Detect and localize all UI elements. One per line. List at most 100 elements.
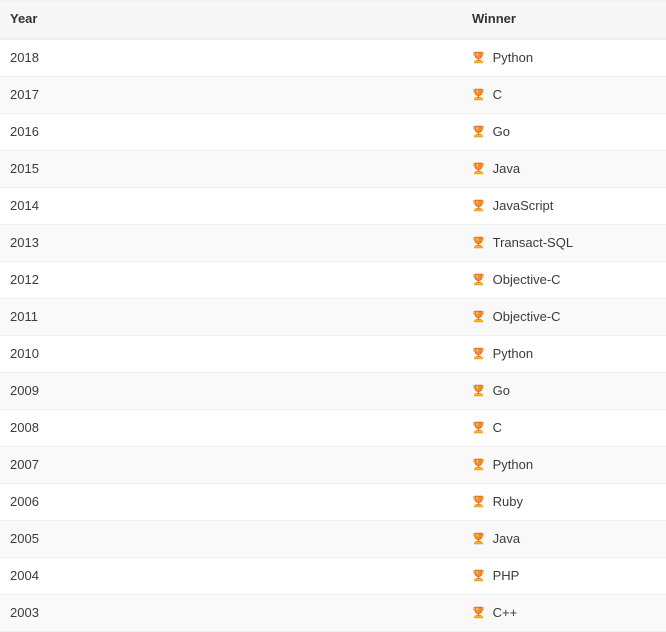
trophy-icon bbox=[472, 568, 485, 582]
cell-year: 2014 bbox=[0, 187, 462, 225]
trophy-icon bbox=[472, 605, 485, 619]
cell-winner: C++ bbox=[462, 594, 666, 632]
trophy-icon bbox=[472, 457, 485, 471]
winner-label: C bbox=[492, 420, 503, 435]
cell-winner: Go bbox=[462, 113, 666, 151]
column-header-winner[interactable]: Winner bbox=[462, 0, 666, 40]
year-label: 2013 bbox=[10, 235, 39, 250]
cell-winner: Java bbox=[462, 520, 666, 558]
year-label: 2009 bbox=[10, 383, 39, 398]
trophy-icon bbox=[472, 50, 485, 64]
table-row: 2014 JavaScript bbox=[0, 187, 666, 225]
cell-year: 2004 bbox=[0, 557, 462, 595]
cell-winner: JavaScript bbox=[462, 187, 666, 225]
cell-year: 2018 bbox=[0, 39, 462, 77]
winner-label: Ruby bbox=[492, 494, 523, 509]
cell-winner: Objective-C bbox=[462, 298, 666, 336]
year-label: 2006 bbox=[10, 494, 39, 509]
cell-winner: Go bbox=[462, 372, 666, 410]
winner-label: C bbox=[492, 87, 503, 102]
winner-label: Python bbox=[492, 346, 534, 361]
winner-label: Python bbox=[492, 50, 534, 65]
trophy-icon bbox=[472, 198, 485, 212]
cell-winner: Python bbox=[462, 446, 666, 484]
table-row: 2012 Objective-C bbox=[0, 261, 666, 299]
trophy-icon bbox=[472, 346, 485, 360]
year-label: 2004 bbox=[10, 568, 39, 583]
cell-year: 2010 bbox=[0, 335, 462, 373]
table-row: 2017 C bbox=[0, 76, 666, 114]
year-label: 2005 bbox=[10, 531, 39, 546]
cell-winner: C bbox=[462, 409, 666, 447]
cell-year: 2006 bbox=[0, 483, 462, 521]
trophy-icon bbox=[472, 124, 485, 138]
table-row: 2015 Java bbox=[0, 150, 666, 188]
table-header: Year Winner bbox=[0, 0, 666, 40]
winners-table: Year Winner 2018 Python 2017 C 2016 Go 2… bbox=[0, 0, 666, 632]
year-label: 2018 bbox=[10, 50, 39, 65]
column-header-year[interactable]: Year bbox=[0, 0, 462, 40]
trophy-icon bbox=[472, 235, 485, 249]
winner-label: Go bbox=[492, 383, 510, 398]
table-header-row: Year Winner bbox=[0, 0, 666, 40]
year-label: 2014 bbox=[10, 198, 39, 213]
winner-label: Python bbox=[492, 457, 534, 472]
year-label: 2015 bbox=[10, 161, 39, 176]
trophy-icon bbox=[472, 272, 485, 286]
table-row: 2007 Python bbox=[0, 446, 666, 484]
winner-label: Objective-C bbox=[492, 309, 561, 324]
table-row: 2011 Objective-C bbox=[0, 298, 666, 336]
year-label: 2011 bbox=[10, 309, 38, 324]
cell-year: 2012 bbox=[0, 261, 462, 299]
cell-year: 2005 bbox=[0, 520, 462, 558]
year-label: 2008 bbox=[10, 420, 39, 435]
winner-label: PHP bbox=[492, 568, 520, 583]
cell-year: 2009 bbox=[0, 372, 462, 410]
cell-winner: Ruby bbox=[462, 483, 666, 521]
table-row: 2004 PHP bbox=[0, 557, 666, 595]
trophy-icon bbox=[472, 531, 485, 545]
winner-label: Objective-C bbox=[492, 272, 561, 287]
cell-winner: Objective-C bbox=[462, 261, 666, 299]
cell-winner: C bbox=[462, 76, 666, 114]
year-label: 2010 bbox=[10, 346, 39, 361]
cell-winner: Transact-SQL bbox=[462, 224, 666, 262]
cell-year: 2015 bbox=[0, 150, 462, 188]
winner-label: Go bbox=[492, 124, 510, 139]
table-row: 2006 Ruby bbox=[0, 483, 666, 521]
year-label: 2016 bbox=[10, 124, 39, 139]
cell-year: 2011 bbox=[0, 298, 462, 336]
cell-year: 2017 bbox=[0, 76, 462, 114]
cell-year: 2007 bbox=[0, 446, 462, 484]
trophy-icon bbox=[472, 494, 485, 508]
table-row: 2010 Python bbox=[0, 335, 666, 373]
table-row: 2016 Go bbox=[0, 113, 666, 151]
year-label: 2007 bbox=[10, 457, 39, 472]
trophy-icon bbox=[472, 309, 485, 323]
table-row: 2008 C bbox=[0, 409, 666, 447]
table-row: 2003 C++ bbox=[0, 594, 666, 632]
table-row: 2005 Java bbox=[0, 520, 666, 558]
trophy-icon bbox=[472, 161, 485, 175]
trophy-icon bbox=[472, 87, 485, 101]
year-label: 2017 bbox=[10, 87, 39, 102]
table-row: 2018 Python bbox=[0, 39, 666, 77]
cell-year: 2016 bbox=[0, 113, 462, 151]
cell-winner: Python bbox=[462, 39, 666, 77]
winner-label: Java bbox=[492, 531, 521, 546]
cell-year: 2003 bbox=[0, 594, 462, 632]
cell-year: 2013 bbox=[0, 224, 462, 262]
cell-winner: Java bbox=[462, 150, 666, 188]
trophy-icon bbox=[472, 420, 485, 434]
winner-label: Java bbox=[492, 161, 521, 176]
winner-label: C++ bbox=[492, 605, 518, 620]
winner-label: Transact-SQL bbox=[492, 235, 574, 250]
cell-year: 2008 bbox=[0, 409, 462, 447]
table-row: 2013 Transact-SQL bbox=[0, 224, 666, 262]
trophy-icon bbox=[472, 383, 485, 397]
winner-label: JavaScript bbox=[492, 198, 554, 213]
table-body: 2018 Python 2017 C 2016 Go 2015 Java 201… bbox=[0, 39, 666, 632]
cell-winner: PHP bbox=[462, 557, 666, 595]
year-label: 2012 bbox=[10, 272, 39, 287]
cell-winner: Python bbox=[462, 335, 666, 373]
